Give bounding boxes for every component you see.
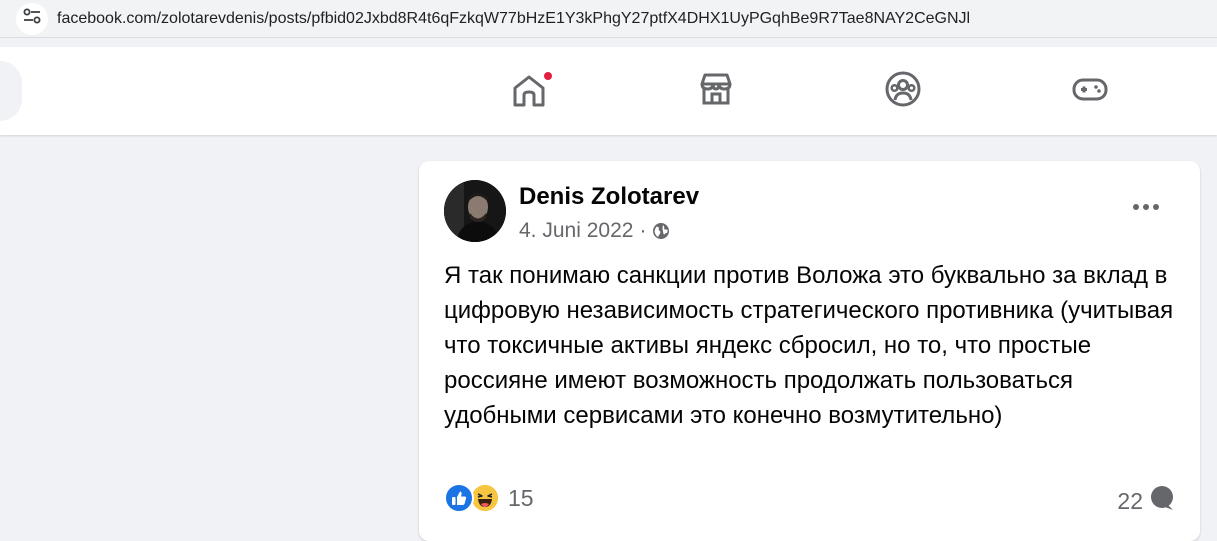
post-text: Я так понимаю санкции против Воложа это …	[444, 262, 1174, 429]
comment-count: 22	[1117, 487, 1143, 514]
more-options-button[interactable]	[1125, 191, 1167, 223]
comments-count-link[interactable]: 22	[1117, 485, 1175, 517]
notification-dot	[542, 70, 554, 82]
meta-separator: ·	[639, 219, 647, 242]
reaction-count: 15	[508, 484, 534, 511]
site-info-button[interactable]	[16, 2, 48, 35]
browser-address-bar[interactable]: facebook.com/zolotarevdenis/posts/pfbid0…	[0, 0, 1217, 38]
haha-reaction-icon	[470, 483, 500, 513]
post-meta: 4. Juni 2022 ·	[519, 219, 670, 243]
url-text[interactable]: facebook.com/zolotarevdenis/posts/pfbid0…	[57, 10, 970, 28]
post-card: Denis Zolotarev 4. Juni 2022 · Я так пон…	[419, 161, 1200, 541]
top-navigation	[0, 47, 1217, 135]
search-button[interactable]	[0, 61, 22, 121]
tab-groups[interactable]	[883, 71, 923, 111]
reactions-summary[interactable]: 15	[444, 483, 534, 513]
gamepad-icon	[1071, 70, 1109, 113]
comment-bubble-icon	[1149, 485, 1175, 517]
author-name[interactable]: Denis Zolotarev	[519, 183, 699, 211]
globe-icon	[652, 222, 670, 240]
home-icon	[510, 70, 554, 110]
groups-icon	[884, 70, 922, 113]
tab-marketplace[interactable]	[696, 71, 736, 111]
avatar[interactable]	[444, 180, 506, 242]
tab-home[interactable]	[509, 70, 554, 111]
store-icon	[697, 70, 735, 113]
post-date[interactable]: 4. Juni 2022	[519, 219, 633, 243]
more-icon	[1132, 198, 1160, 216]
tab-gaming[interactable]	[1070, 71, 1110, 111]
tune-icon	[23, 8, 41, 29]
like-reaction-icon	[444, 483, 474, 513]
